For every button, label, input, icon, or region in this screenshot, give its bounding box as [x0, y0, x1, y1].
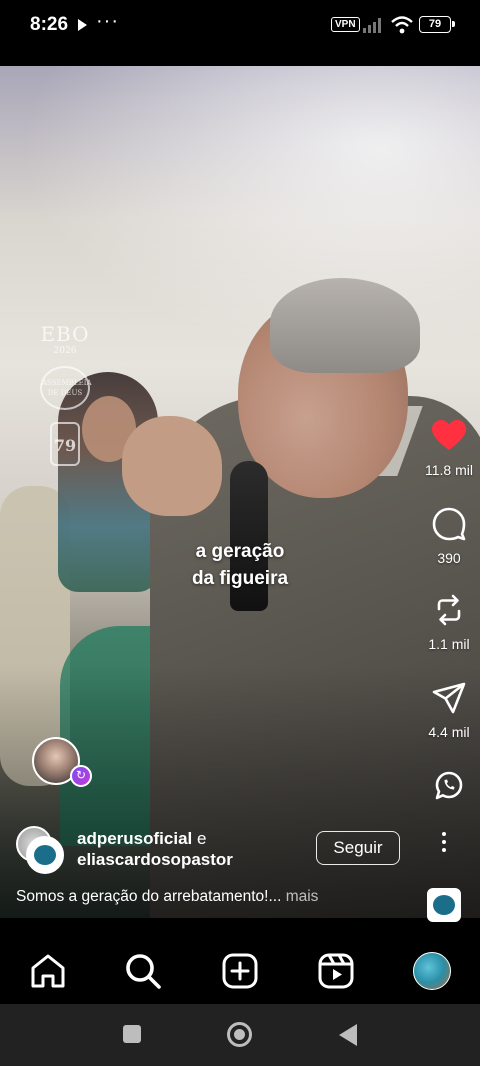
status-time: 8:26 [30, 14, 69, 35]
author-connector: e [192, 829, 207, 848]
post-description[interactable]: Somos a geração do arrebatamento!... mai… [16, 888, 318, 906]
author-secondary[interactable]: eliascardosopastor [77, 849, 233, 870]
video-speaker-hair [270, 278, 420, 373]
search-icon[interactable] [124, 952, 162, 990]
recents-button[interactable] [123, 1025, 141, 1043]
remix-badge-icon: ↻ [70, 765, 92, 787]
signal-icon [363, 18, 381, 33]
like-count: 11.8 mil [425, 462, 473, 478]
media-playing-icon [78, 19, 87, 31]
home-button[interactable] [227, 1022, 252, 1047]
more-notifications-icon: ··· [96, 10, 119, 32]
audio-thumbnail[interactable] [427, 888, 461, 922]
home-icon[interactable] [29, 952, 67, 990]
video-caption: a geração da figueira [0, 538, 480, 592]
battery-indicator: 79 [419, 16, 455, 33]
like-action[interactable]: 11.8 mil [418, 418, 480, 478]
reels-icon[interactable] [317, 952, 355, 990]
watermark-years: 79 [50, 422, 80, 466]
whatsapp-icon[interactable] [431, 767, 467, 803]
repost-action[interactable]: 1.1 mil [418, 592, 480, 652]
share-action[interactable]: 4.4 mil [418, 680, 480, 740]
whatsapp-action[interactable] [418, 767, 480, 803]
comment-action[interactable]: 390 [418, 506, 480, 566]
author-avatars[interactable] [16, 826, 68, 874]
reel-video[interactable] [0, 66, 480, 918]
back-button[interactable] [339, 1024, 357, 1046]
watermark-title: EBO [40, 322, 90, 346]
video-watermark: EBO 2026 ASSEMBLEIA DE DEUS 79 [30, 322, 100, 466]
wifi-icon [391, 16, 413, 34]
description-text: Somos a geração do arrebatamento!... [16, 888, 282, 905]
author-names[interactable]: adperusoficial e eliascardosopastor [77, 828, 233, 870]
video-bottom-shade [0, 666, 480, 918]
heart-icon[interactable] [431, 418, 467, 454]
repost-icon[interactable] [431, 592, 467, 628]
status-bar: 8:26 ··· VPN 79 [0, 0, 480, 52]
system-nav-bar [0, 1004, 480, 1066]
video-speaker-hand [122, 416, 222, 516]
more-options-icon[interactable] [432, 829, 456, 859]
send-icon[interactable] [431, 680, 467, 716]
caption-line-2: da figueira [191, 568, 289, 589]
caption-line-1: a geração [195, 541, 285, 562]
create-icon[interactable] [221, 952, 259, 990]
repost-count: 1.1 mil [428, 636, 470, 652]
author-primary[interactable]: adperusoficial [77, 829, 192, 848]
comment-icon[interactable] [431, 506, 467, 542]
profile-avatar[interactable] [413, 952, 451, 990]
comment-count: 390 [437, 550, 461, 566]
watermark-badge: ASSEMBLEIA DE DEUS [40, 366, 92, 410]
more-link[interactable]: mais [281, 888, 319, 905]
author-avatar-primary[interactable] [26, 836, 64, 874]
bottom-nav [0, 938, 480, 1004]
share-count: 4.4 mil [428, 724, 470, 740]
watermark-subtitle: 2026 [53, 346, 77, 356]
vpn-icon: VPN [331, 17, 360, 32]
follow-button[interactable]: Seguir [316, 831, 400, 865]
